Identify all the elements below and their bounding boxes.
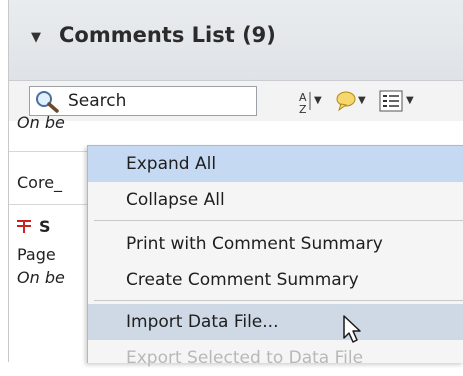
menu-separator: [94, 300, 463, 301]
options-dropdown-menu: Expand All Collapse All Print with Comme…: [87, 145, 463, 368]
chevron-down-icon: ▼: [358, 95, 366, 106]
search-input[interactable]: Search: [29, 86, 257, 116]
menu-item-print-with-comment-summary[interactable]: Print with Comment Summary: [88, 226, 463, 262]
menu-item-collapse-all[interactable]: Collapse All: [88, 182, 463, 218]
menu-item-label: Export Selected to Data File: [126, 348, 364, 368]
menu-item-export-selected[interactable]: Export Selected to Data File: [88, 340, 463, 376]
menu-item-expand-all[interactable]: Expand All: [88, 146, 463, 182]
comments-toolbar: Search A Z ▼ ▼ ▼: [9, 81, 463, 121]
menu-separator: [94, 220, 463, 221]
sort-az-icon: A Z: [299, 91, 311, 116]
options-list-icon: [379, 90, 403, 112]
menu-item-label: Collapse All: [126, 190, 225, 210]
sort-button[interactable]: A Z ▼: [297, 90, 327, 116]
menu-item-label: Expand All: [126, 154, 217, 174]
search-placeholder: Search: [68, 91, 127, 111]
svg-text:Z: Z: [299, 103, 307, 114]
menu-item-label: Create Comment Summary: [126, 270, 359, 290]
panel-header[interactable]: ▼ Comments List (9): [9, 0, 463, 81]
list-item-text: Core_: [17, 173, 63, 192]
chevron-down-icon: ▼: [406, 95, 414, 106]
filter-button[interactable]: ▼: [335, 90, 369, 114]
list-item-text: S: [39, 217, 51, 236]
menu-item-create-comment-summary[interactable]: Create Comment Summary: [88, 262, 463, 298]
list-item-text: Page: [17, 245, 56, 264]
menu-item-label: Import Data File...: [126, 312, 279, 332]
strikethrough-icon: [17, 220, 31, 233]
panel-title: Comments List (9): [59, 23, 276, 47]
menu-item-label: Print with Comment Summary: [126, 234, 383, 254]
left-edge-strip: [0, 0, 9, 362]
menu-item-import-data-file[interactable]: Import Data File...: [88, 304, 463, 340]
chevron-down-icon: ▼: [314, 95, 322, 106]
search-icon: [36, 91, 59, 113]
options-button[interactable]: ▼: [379, 90, 419, 114]
list-item-text: On be: [17, 268, 65, 287]
comment-bubble-icon: [336, 91, 356, 112]
mouse-pointer-icon: [343, 315, 361, 343]
list-item-text: On be: [17, 113, 65, 132]
collapse-triangle-icon[interactable]: ▼: [31, 30, 41, 45]
